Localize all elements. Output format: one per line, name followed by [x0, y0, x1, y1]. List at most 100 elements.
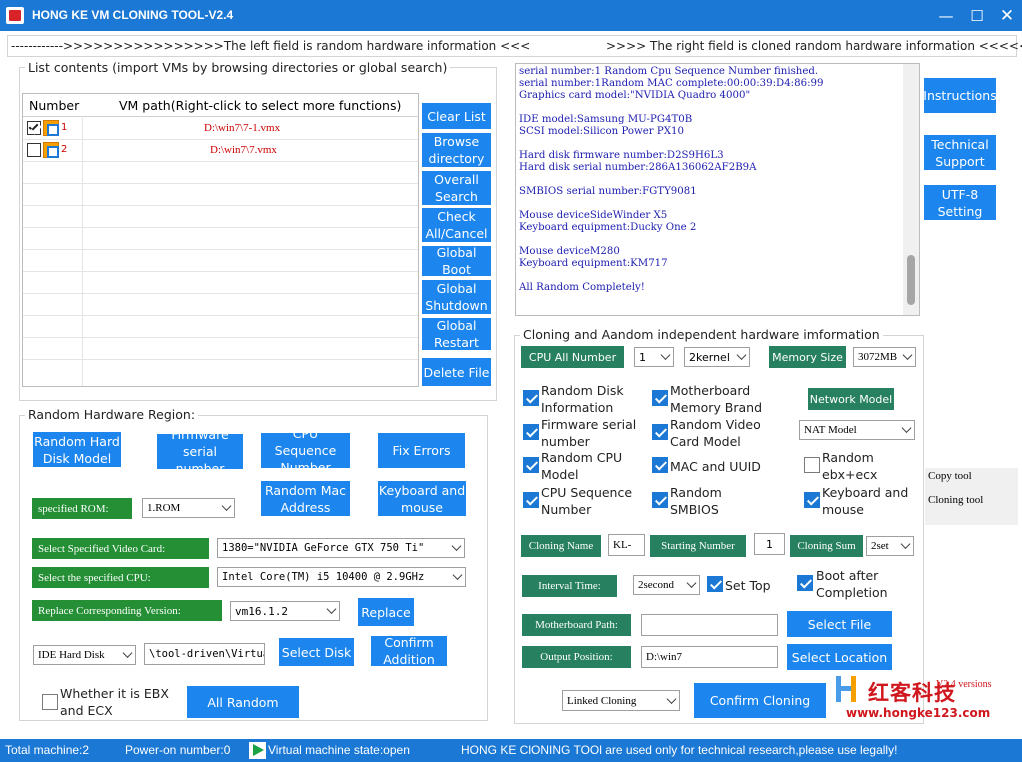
cpu-label: Select the specified CPU:: [32, 567, 209, 588]
firmware-serial-button[interactable]: Firmware serial number: [157, 427, 243, 476]
set-top-label: Set Top: [725, 578, 771, 593]
fw-serial-checkbox[interactable]: [523, 424, 539, 440]
kbd-mouse-checkbox[interactable]: [804, 492, 820, 508]
tool-list[interactable]: Copy tool Cloning tool: [925, 468, 1018, 525]
fw-serial-label: Firmware serial number: [541, 417, 637, 449]
kernel-value: 2kernel: [689, 350, 730, 364]
rand-disk-checkbox[interactable]: [523, 390, 539, 406]
confirm-cloning-button[interactable]: Confirm Cloning: [694, 683, 826, 718]
linked-cloning-value: Linked Cloning: [567, 694, 637, 707]
set-top-checkbox[interactable]: [707, 576, 723, 592]
table-row[interactable]: 1 D:\win7\7-1.vmx: [23, 118, 418, 140]
total-machine-text: Total machine:2: [5, 743, 90, 757]
minimize-icon[interactable]: —: [936, 6, 956, 26]
chevron-down-icon: [686, 578, 697, 588]
random-hard-disk-button[interactable]: Random Hard Disk Model: [33, 432, 121, 467]
smbios-label: Random SMBIOS: [670, 485, 722, 517]
rand-video-checkbox[interactable]: [652, 424, 668, 440]
global-restart-button[interactable]: Global Restart: [422, 318, 491, 350]
cloning-sum-select[interactable]: 2set: [866, 536, 914, 556]
watermark-brand: 红客科技: [868, 681, 956, 705]
cpu-select[interactable]: Intel Core(TM) i5 10400 @ 2.9GHz: [217, 567, 466, 587]
window-title: HONG KE VM CLONING TOOL-V2.4: [32, 8, 234, 22]
memory-select[interactable]: 3072MB: [853, 347, 916, 367]
global-boot-button[interactable]: Global Boot: [422, 245, 491, 277]
rand-cpu-checkbox[interactable]: [523, 457, 539, 473]
vm-icon: [43, 120, 59, 136]
chevron-down-icon: [900, 539, 911, 549]
instructions-button[interactable]: Instructions: [923, 78, 997, 113]
version-select[interactable]: vm16.1.2: [230, 601, 340, 621]
row-number: 1: [61, 122, 68, 133]
linked-cloning-select[interactable]: Linked Cloning: [562, 690, 680, 711]
check-all-button[interactable]: Check All/Cancel: [422, 208, 491, 242]
mac-uuid-checkbox[interactable]: [652, 457, 668, 473]
starting-number-input[interactable]: 1: [754, 533, 785, 555]
interval-select[interactable]: 2second: [633, 575, 700, 595]
output-position-input[interactable]: D:\win7: [641, 646, 778, 668]
all-random-button[interactable]: All Random: [187, 686, 299, 718]
mb-memory-checkbox[interactable]: [652, 390, 668, 406]
disk-path-input[interactable]: \tool-driven\Virtual: [144, 643, 265, 665]
rand-ebx-checkbox[interactable]: [804, 457, 820, 473]
smbios-checkbox[interactable]: [652, 492, 668, 508]
close-icon[interactable]: ✕: [997, 6, 1017, 26]
cpu-value: Intel Core(TM) i5 10400 @ 2.9GHz: [222, 571, 425, 583]
utf8-setting-button[interactable]: UTF-8 Setting: [924, 185, 996, 220]
row-path: D:\win7\7.vmx: [210, 144, 277, 156]
confirm-addition-button[interactable]: Confirm Addition: [371, 635, 447, 667]
boot-after-checkbox[interactable]: [797, 575, 813, 591]
log-scrollbar[interactable]: [903, 64, 919, 315]
row-checkbox[interactable]: [27, 143, 41, 157]
rand-cpu-label: Random CPU Model: [541, 450, 623, 482]
motherboard-path-input[interactable]: [641, 614, 778, 636]
keyboard-mouse-button[interactable]: Keyboard and mouse: [378, 481, 466, 516]
disk-type-select[interactable]: IDE Hard Disk: [33, 645, 136, 665]
video-card-select[interactable]: 1380="NVIDIA GeForce GTX 750 Ti": [217, 538, 465, 558]
mac-uuid-label: MAC and UUID: [670, 459, 761, 474]
rom-select[interactable]: 1.ROM: [142, 498, 235, 518]
copy-tool-item[interactable]: Copy tool: [928, 470, 972, 482]
cloning-tool-item[interactable]: Cloning tool: [928, 494, 983, 506]
cloning-sum-value: 2set: [871, 540, 889, 552]
col-path-header: VM path(Right-click to select more funct…: [119, 98, 402, 113]
log-scroll-thumb[interactable]: [907, 255, 915, 305]
delete-file-button[interactable]: Delete File: [422, 358, 491, 386]
chevron-down-icon: [902, 350, 913, 360]
motherboard-path-label: Motherboard Path:: [522, 614, 631, 636]
nat-model-select[interactable]: NAT Model: [799, 420, 915, 440]
select-location-button[interactable]: Select Location: [787, 644, 892, 670]
technical-support-button[interactable]: Technical Support: [924, 135, 996, 170]
table-row[interactable]: 2 D:\win7\7.vmx: [23, 140, 418, 162]
play-icon[interactable]: [249, 742, 266, 759]
title-bar: HONG KE VM CLONING TOOL-V2.4 — ☐ ✕: [0, 0, 1022, 31]
vm-state-text: Virtual machine state:open: [268, 743, 410, 757]
cpu-sequence-button[interactable]: CPU Sequence Number: [261, 426, 350, 475]
chevron-down-icon: [221, 501, 232, 511]
overall-search-button[interactable]: Overall Search: [422, 171, 491, 205]
row-checkbox[interactable]: [27, 121, 41, 135]
random-mac-button[interactable]: Random Mac Address: [261, 481, 350, 516]
rand-video-label: Random Video Card Model: [670, 417, 761, 449]
output-position-label: Output Position:: [522, 646, 631, 668]
clear-list-button[interactable]: Clear List: [422, 103, 491, 129]
video-card-label: Select Specified Video Card:: [32, 538, 209, 559]
select-file-button[interactable]: Select File: [787, 611, 892, 637]
legal-notice-text: HONG KE ClONING TOOl are used only for t…: [461, 743, 898, 757]
maximize-icon[interactable]: ☐: [967, 6, 987, 26]
banner-left-text: ------------>>>>>>>>>>>>>>>>The left fie…: [11, 39, 531, 53]
network-model-label: Network Model: [808, 388, 894, 410]
browse-directory-button[interactable]: Browse directory: [422, 133, 491, 167]
global-shutdown-button[interactable]: Global Shutdown: [422, 280, 491, 314]
interval-value: 2second: [638, 579, 675, 591]
fix-errors-button[interactable]: Fix Errors: [378, 433, 465, 468]
cpu-seq-checkbox[interactable]: [523, 492, 539, 508]
cpu-count-select[interactable]: 1: [634, 347, 674, 367]
ebx-ecx-checkbox[interactable]: [42, 694, 58, 710]
chevron-down-icon: [666, 693, 677, 704]
kernel-select[interactable]: 2kernel: [684, 347, 750, 367]
replace-button[interactable]: Replace: [358, 598, 414, 626]
select-disk-button[interactable]: Select Disk: [279, 638, 354, 666]
cloning-name-input[interactable]: KL-: [608, 534, 645, 556]
cloning-sum-label: Cloning Sum: [790, 535, 863, 557]
